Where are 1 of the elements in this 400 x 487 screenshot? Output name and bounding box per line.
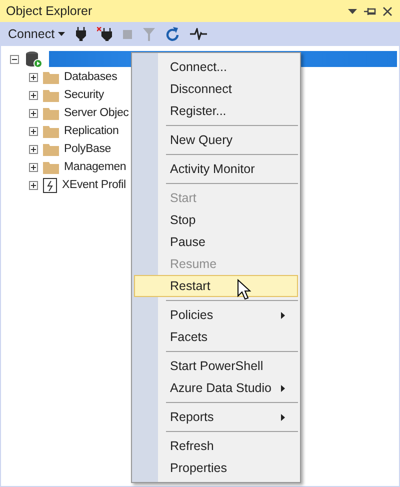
window-title: Object Explorer	[6, 4, 92, 18]
